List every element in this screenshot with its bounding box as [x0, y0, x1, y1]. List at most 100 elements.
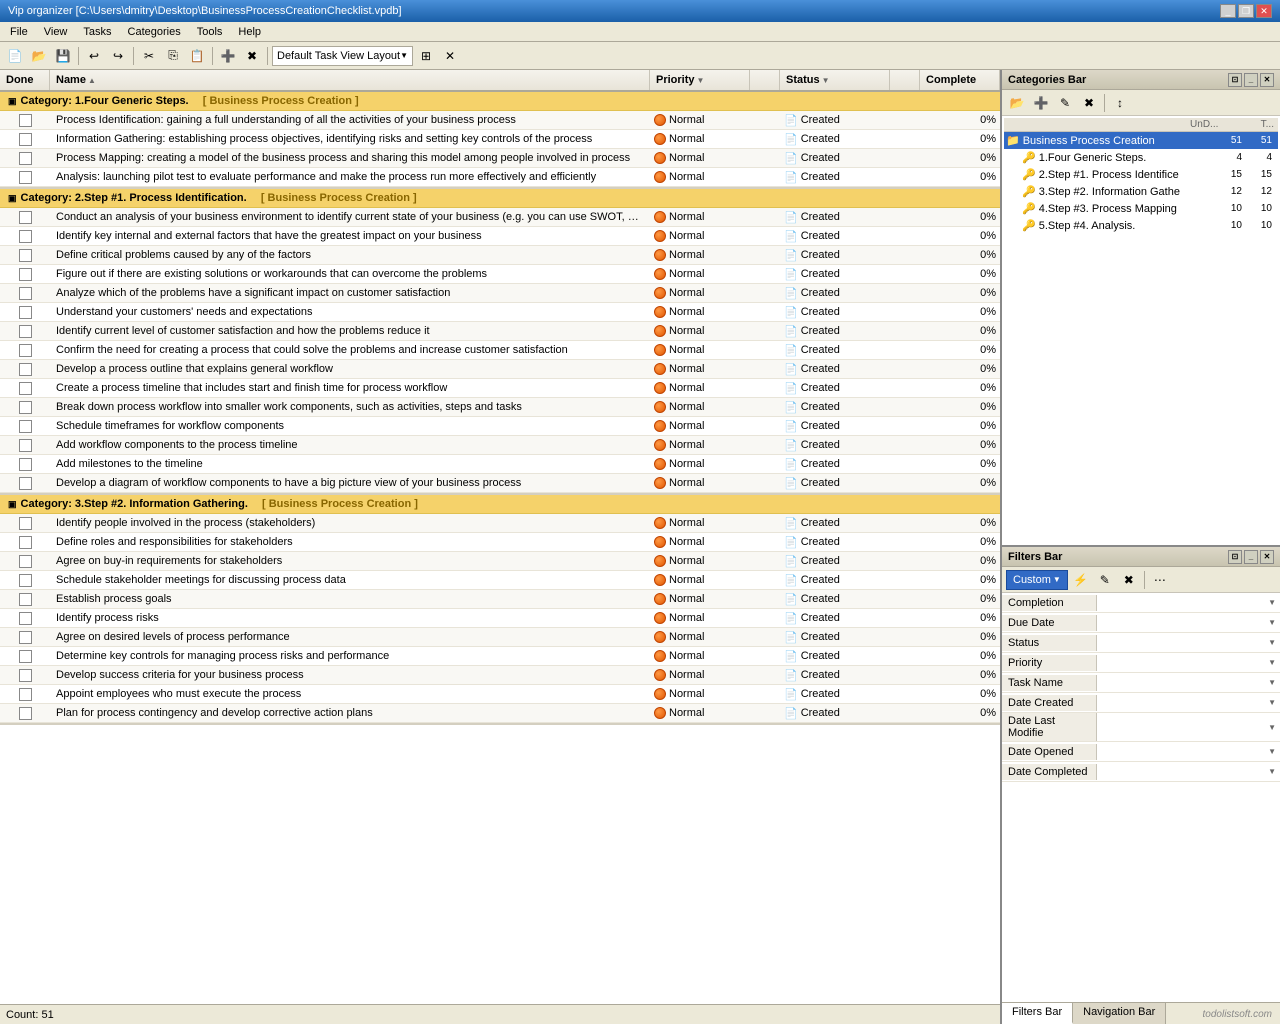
filter-value-cell[interactable]: ▼	[1097, 721, 1280, 734]
task-row[interactable]: Plan for process contingency and develop…	[0, 704, 1000, 723]
task-checkbox[interactable]	[19, 325, 32, 338]
status-filter-icon[interactable]: ▼	[822, 76, 830, 85]
task-checkbox[interactable]	[19, 344, 32, 357]
col-status[interactable]: Status ▼	[780, 70, 890, 90]
task-checkbox[interactable]	[19, 211, 32, 224]
tree-item[interactable]: 🔑 4.Step #3. Process Mapping 10 10	[1004, 200, 1278, 217]
filter-value-cell[interactable]: ▼	[1097, 745, 1280, 758]
task-row[interactable]: Identify current level of customer satis…	[0, 322, 1000, 341]
filter-more-btn[interactable]: ⋯	[1149, 569, 1171, 591]
cat-delete-btn[interactable]: ✖	[1078, 92, 1100, 114]
menu-tools[interactable]: Tools	[191, 25, 229, 39]
task-checkbox[interactable]	[19, 439, 32, 452]
filter-restore-btn[interactable]: ⊡	[1228, 550, 1242, 564]
filter-value-cell[interactable]: ▼	[1097, 676, 1280, 689]
task-checkbox[interactable]	[19, 458, 32, 471]
layout-dropdown[interactable]: Default Task View Layout ▼	[272, 46, 413, 66]
panel-close-btn[interactable]: ✕	[1260, 73, 1274, 87]
task-row[interactable]: Analyze which of the problems have a sig…	[0, 284, 1000, 303]
filter-value-cell[interactable]: ▼	[1097, 616, 1280, 629]
task-row[interactable]: Establish process goals Normal 📄 Created…	[0, 590, 1000, 609]
task-row[interactable]: Add workflow components to the process t…	[0, 436, 1000, 455]
task-row[interactable]: Understand your customers' needs and exp…	[0, 303, 1000, 322]
menu-file[interactable]: File	[4, 25, 34, 39]
task-row[interactable]: Agree on desired levels of process perfo…	[0, 628, 1000, 647]
cut-btn[interactable]: ✂	[138, 45, 160, 67]
layout-btn2[interactable]: ✕	[439, 45, 461, 67]
priority-filter-icon[interactable]: ▼	[697, 76, 705, 85]
filter-delete-btn[interactable]: ✖	[1118, 569, 1140, 591]
paste-btn[interactable]: 📋	[186, 45, 208, 67]
task-row[interactable]: Break down process workflow into smaller…	[0, 398, 1000, 417]
task-checkbox[interactable]	[19, 287, 32, 300]
task-row[interactable]: Identify key internal and external facto…	[0, 227, 1000, 246]
task-row[interactable]: Analysis: launching pilot test to evalua…	[0, 168, 1000, 187]
cat-edit-btn[interactable]: ✎	[1054, 92, 1076, 114]
filter-close-btn[interactable]: ✕	[1260, 550, 1274, 564]
filter-apply-btn[interactable]: ⚡	[1070, 569, 1092, 591]
filter-dropdown-arrow[interactable]: ▼	[1268, 698, 1276, 707]
task-row[interactable]: Create a process timeline that includes …	[0, 379, 1000, 398]
task-checkbox[interactable]	[19, 536, 32, 549]
filter-dropdown-arrow[interactable]: ▼	[1268, 747, 1276, 756]
filter-dropdown-arrow[interactable]: ▼	[1268, 638, 1276, 647]
task-checkbox[interactable]	[19, 650, 32, 663]
tab-filters-bar[interactable]: Filters Bar	[1002, 1003, 1073, 1024]
task-checkbox[interactable]	[19, 401, 32, 414]
add-task-btn[interactable]: ➕	[217, 45, 239, 67]
cat-move-btn[interactable]: ↕	[1109, 92, 1131, 114]
task-checkbox[interactable]	[19, 420, 32, 433]
cat-add-btn[interactable]: ➕	[1030, 92, 1052, 114]
task-row[interactable]: Confirm the need for creating a process …	[0, 341, 1000, 360]
task-checkbox[interactable]	[19, 249, 32, 262]
panel-restore-btn[interactable]: ⊡	[1228, 73, 1242, 87]
task-checkbox[interactable]	[19, 574, 32, 587]
task-row[interactable]: Define roles and responsibilities for st…	[0, 533, 1000, 552]
task-checkbox[interactable]	[19, 230, 32, 243]
category-row[interactable]: ▣ Category: 2.Step #1. Process Identific…	[0, 189, 1000, 208]
task-checkbox[interactable]	[19, 688, 32, 701]
filter-dropdown-arrow[interactable]: ▼	[1268, 723, 1276, 732]
tab-navigation-bar[interactable]: Navigation Bar	[1073, 1003, 1166, 1024]
task-row[interactable]: Process Identification: gaining a full u…	[0, 111, 1000, 130]
filter-value-cell[interactable]: ▼	[1097, 696, 1280, 709]
task-row[interactable]: Agree on buy-in requirements for stakeho…	[0, 552, 1000, 571]
filter-dropdown-arrow[interactable]: ▼	[1268, 678, 1276, 687]
filter-dropdown-arrow[interactable]: ▼	[1268, 767, 1276, 776]
minimize-button[interactable]: _	[1220, 4, 1236, 18]
task-checkbox[interactable]	[19, 152, 32, 165]
new-btn[interactable]: 📄	[4, 45, 26, 67]
task-row[interactable]: Schedule stakeholder meetings for discus…	[0, 571, 1000, 590]
task-row[interactable]: Define critical problems caused by any o…	[0, 246, 1000, 265]
filter-value-cell[interactable]: ▼	[1097, 636, 1280, 649]
task-checkbox[interactable]	[19, 363, 32, 376]
task-checkbox[interactable]	[19, 707, 32, 720]
restore-button[interactable]: ❐	[1238, 4, 1254, 18]
task-checkbox[interactable]	[19, 268, 32, 281]
task-row[interactable]: Information Gathering: establishing proc…	[0, 130, 1000, 149]
filter-name-btn[interactable]: Custom ▼	[1006, 570, 1068, 590]
filter-value-cell[interactable]: ▼	[1097, 596, 1280, 609]
save-btn[interactable]: 💾	[52, 45, 74, 67]
col-name[interactable]: Name ▲	[50, 70, 650, 90]
task-checkbox[interactable]	[19, 612, 32, 625]
task-checkbox[interactable]	[19, 114, 32, 127]
delete-btn[interactable]: ✖	[241, 45, 263, 67]
filter-dropdown-arrow[interactable]: ▼	[1268, 598, 1276, 607]
open-btn[interactable]: 📂	[28, 45, 50, 67]
task-checkbox[interactable]	[19, 306, 32, 319]
task-row[interactable]: Add milestones to the timeline Normal 📄 …	[0, 455, 1000, 474]
filter-value-cell[interactable]: ▼	[1097, 765, 1280, 778]
task-row[interactable]: Develop a process outline that explains …	[0, 360, 1000, 379]
category-row[interactable]: ▣ Category: 1.Four Generic Steps. [ Busi…	[0, 92, 1000, 111]
task-row[interactable]: Schedule timeframes for workflow compone…	[0, 417, 1000, 436]
undo-btn[interactable]: ↩	[83, 45, 105, 67]
menu-help[interactable]: Help	[232, 25, 267, 39]
filter-value-cell[interactable]: ▼	[1097, 656, 1280, 669]
task-row[interactable]: Identify people involved in the process …	[0, 514, 1000, 533]
task-row[interactable]: Develop success criteria for your busine…	[0, 666, 1000, 685]
col-priority[interactable]: Priority ▼	[650, 70, 750, 90]
task-row[interactable]: Identify process risks Normal 📄 Created …	[0, 609, 1000, 628]
task-row[interactable]: Determine key controls for managing proc…	[0, 647, 1000, 666]
cat-expand-btn[interactable]: 📂	[1006, 92, 1028, 114]
